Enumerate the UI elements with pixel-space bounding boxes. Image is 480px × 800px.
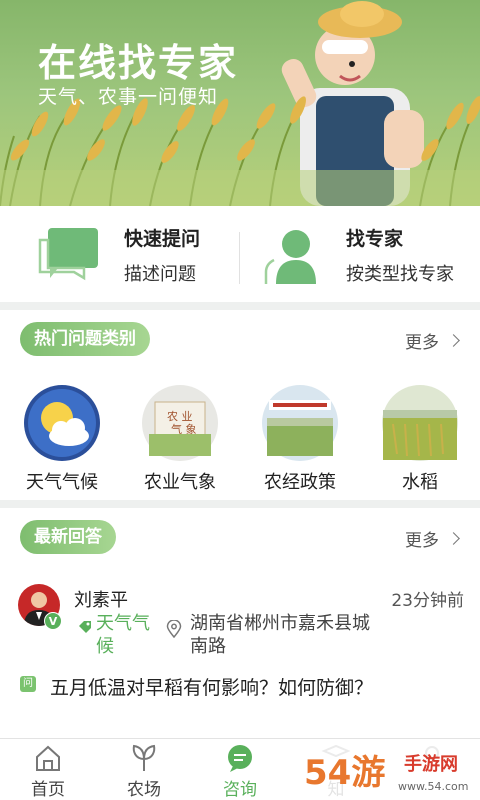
nav-tab-farm[interactable]: 农场 [96,743,192,800]
site-watermark-logo: 54游 手游网 www.54.com [296,742,480,800]
find-expert-button[interactable]: 找专家 按类型找专家 [240,206,480,302]
banner-title: 在线找专家 [38,41,239,85]
banner-subtitle: 天气、农事一问便知 [38,86,219,108]
latest-answers-title: 最新回答 [20,520,116,554]
category-item-rice[interactable]: 水稻 [370,384,470,494]
category-label: 农经政策 [264,472,336,493]
tag-icon [79,621,91,633]
nav-tab-home[interactable]: 首页 [0,743,96,800]
more-label: 更多 [405,531,439,551]
category-tag[interactable]: 天气气候 [96,612,162,658]
nav-tab-consult[interactable]: 咨询 [192,743,288,800]
question-badge: 问 [20,676,36,692]
hot-categories-more-link[interactable]: 更多 [405,328,460,353]
rice-field-image [382,385,458,461]
nav-label: 首页 [31,780,65,800]
question-text[interactable]: 五月低温对早稻有何影响？如何防御？ [50,673,373,700]
chat-icon [228,745,252,772]
location-text: 湖南省郴州市嘉禾县城南路 [190,613,370,657]
svg-text:气 象: 气 象 [171,422,197,436]
category-label: 天气气候 [26,472,98,493]
hot-categories-title: 热门问题类别 [20,322,150,356]
category-label: 水稻 [402,472,438,493]
banner[interactable]: 在线找专家 天气、农事一问便知 [0,0,480,206]
agri-meteorology-image: 农 业 气 象 [142,385,218,461]
weather-sun-cloud-image [24,385,100,461]
category-item-agri-policy[interactable]: 农经政策 [250,384,350,494]
answer-time: 23分钟前 [391,591,464,611]
chevron-right-icon [447,334,460,347]
hot-categories-section: 热门问题类别 更多 天气气候 农 业 气 象 农业气象 农经政策 水稻 [0,310,480,500]
chevron-right-icon [447,532,460,545]
expert-name: 刘素平 [74,590,128,611]
quick-ask-title: 快速提问 [124,228,201,250]
nav-label: 咨询 [223,780,257,800]
svg-text:农 业: 农 业 [167,409,193,423]
quick-ask-button[interactable]: 快速提问 描述问题 [0,206,240,302]
find-expert-title: 找专家 [346,228,404,250]
category-item-weather[interactable]: 天气气候 [12,384,112,494]
category-label: 农业气象 [144,472,216,493]
chat-bubble-icon [38,228,98,281]
svg-text:手游网: 手游网 [404,753,458,775]
location-pin-icon [166,620,182,638]
category-item-agri-meteorology[interactable]: 农 业 气 象 农业气象 [130,384,230,494]
svg-text:54游: 54游 [304,753,385,793]
find-expert-desc: 按类型找专家 [346,264,454,285]
nav-label: 农场 [127,780,161,800]
verified-badge: V [44,612,62,630]
home-icon [36,745,60,771]
agri-policy-image [262,385,338,461]
svg-text:www.54.com: www.54.com [398,780,468,793]
latest-answers-section: 最新回答 更多 V 刘素平 23分钟前 天气气候 湖南省郴州市嘉禾县城南路 问 … [0,508,480,738]
more-label: 更多 [405,333,439,353]
quick-actions: 快速提问 描述问题 找专家 按类型找专家 [0,206,480,302]
expert-person-icon [264,230,316,284]
leaf-sprout-icon [132,744,156,771]
latest-answers-more-link[interactable]: 更多 [405,526,460,551]
quick-ask-desc: 描述问题 [124,264,196,285]
